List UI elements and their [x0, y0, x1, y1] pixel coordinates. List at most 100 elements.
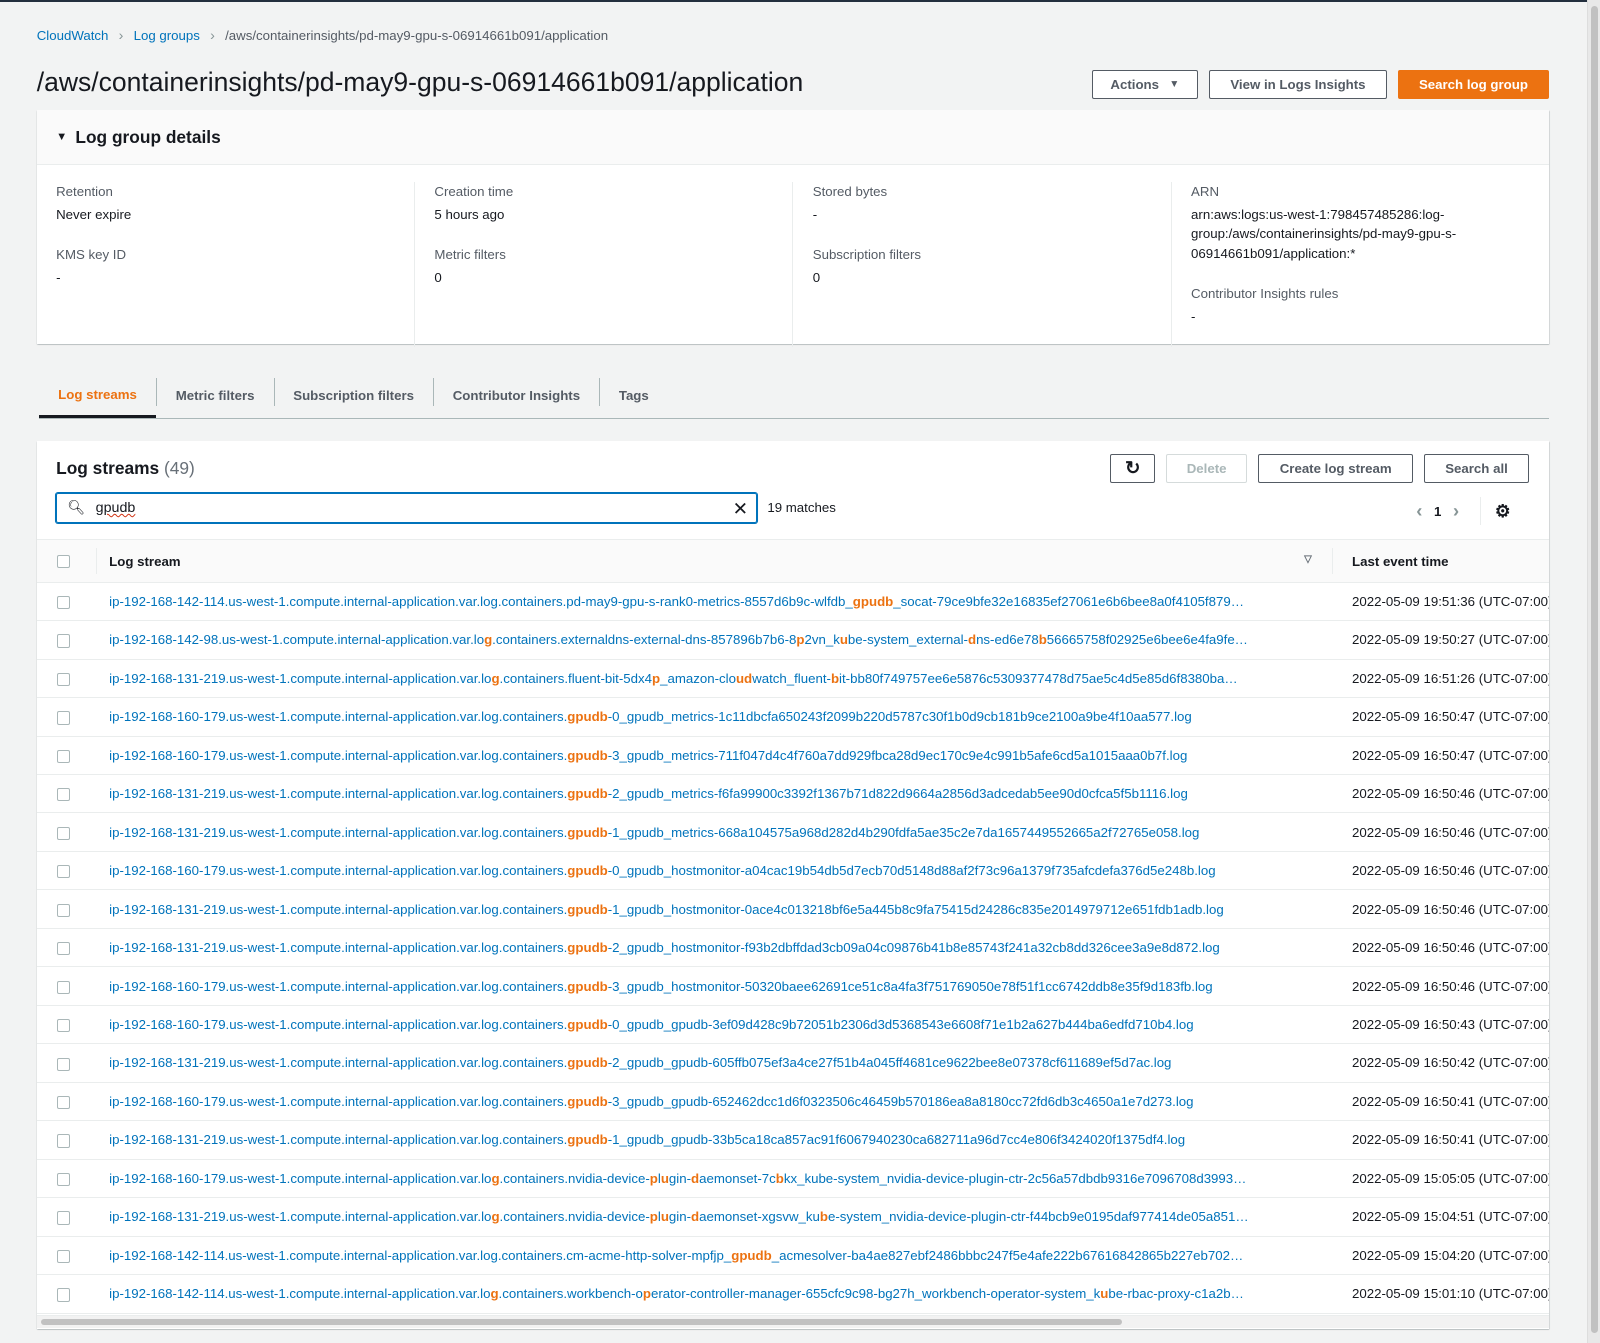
log-stream-link[interactable]: ip-192-168-131-219.us-west-1.compute.int… — [109, 671, 1313, 686]
row-checkbox[interactable] — [57, 1019, 71, 1033]
details-header[interactable]: ▼ Log group details — [36, 110, 1549, 166]
row-checkbox[interactable] — [57, 749, 71, 764]
match-highlight: g — [491, 1209, 500, 1225]
refresh-button[interactable]: ↻ — [1110, 454, 1156, 483]
current-page[interactable]: 1 — [1433, 504, 1443, 519]
match-highlight: gpudb — [567, 1132, 608, 1148]
match-highlight: gpudb — [567, 709, 608, 725]
delete-button[interactable]: Delete — [1166, 454, 1247, 483]
log-stream-link[interactable]: ip-192-168-142-98.us-west-1.compute.inte… — [109, 632, 1313, 647]
row-checkbox[interactable] — [57, 711, 71, 725]
search-all-button[interactable]: Search all — [1424, 454, 1529, 483]
row-checkbox[interactable] — [57, 1172, 71, 1187]
log-stream-link[interactable]: ip-192-168-131-219.us-west-1.compute.int… — [109, 902, 1313, 917]
last-event-time: 2022-05-09 16:50:46 (UTC-07:00) — [1352, 901, 1549, 917]
last-event-time: 2022-05-09 16:50:41 (UTC-07:00) — [1352, 1132, 1549, 1148]
clear-search-icon[interactable]: ✕ — [733, 498, 748, 520]
log-stream-link[interactable]: ip-192-168-142-114.us-west-1.compute.int… — [109, 1248, 1313, 1263]
match-highlight: g — [491, 670, 500, 686]
caret-down-icon: ▼ — [56, 131, 68, 144]
row-checkbox[interactable] — [57, 672, 71, 687]
log-stream-link[interactable]: ip-192-168-160-179.us-west-1.compute.int… — [109, 1094, 1313, 1109]
name-segment: -1_gpudb_gpudb-33b5ca18ca857ac91f6067940… — [607, 1132, 1186, 1148]
log-stream-link[interactable]: ip-192-168-131-219.us-west-1.compute.int… — [109, 1055, 1313, 1070]
field-label: ARN — [1191, 183, 1220, 199]
log-stream-link[interactable]: ip-192-168-160-179.us-west-1.compute.int… — [109, 979, 1313, 994]
name-segment: ip-192-168-160-179.us-west-1.compute.int… — [109, 747, 568, 763]
breadcrumb: CloudWatch › Log groups › /aws/container… — [37, 28, 608, 44]
name-segment: ip-192-168-131-219.us-west-1.compute.int… — [109, 901, 568, 917]
page-scrollbar-thumb[interactable] — [1590, 6, 1598, 1333]
tab-tags[interactable]: Tags — [599, 373, 668, 418]
match-highlight: gpudb — [852, 593, 894, 609]
log-stream-link[interactable]: ip-192-168-131-219.us-west-1.compute.int… — [109, 825, 1313, 840]
log-stream-link[interactable]: ip-192-168-131-219.us-west-1.compute.int… — [109, 1209, 1313, 1224]
column-header-last-event-time[interactable]: Last event time — [1352, 554, 1448, 569]
last-event-time: 2022-05-09 15:01:10 (UTC-07:00) — [1352, 1286, 1549, 1302]
log-stream-link[interactable]: ip-192-168-131-219.us-west-1.compute.int… — [109, 940, 1313, 955]
previous-page-icon[interactable]: ‹ — [1406, 500, 1433, 522]
sort-icon[interactable]: ▽ — [1304, 554, 1312, 565]
match-highlight: gpudb — [567, 747, 608, 763]
name-segment: -1_gpudb_hostmonitor-0ace4c013218bf6e5a4… — [607, 901, 1224, 917]
log-stream-link[interactable]: ip-192-168-160-179.us-west-1.compute.int… — [109, 709, 1313, 724]
create-log-stream-button[interactable]: Create log stream — [1258, 454, 1414, 483]
row-checkbox[interactable] — [57, 1288, 71, 1302]
table-horizontal-scrollbar[interactable] — [36, 1315, 1549, 1328]
row-checkbox[interactable] — [57, 634, 71, 648]
row-checkbox[interactable] — [57, 1211, 71, 1225]
row-checkbox[interactable] — [57, 942, 71, 956]
name-segment: be-rbac-proxy-c1a2b… — [1108, 1286, 1244, 1302]
row-checkbox[interactable] — [57, 1095, 71, 1110]
chevron-right-icon: › — [210, 27, 215, 44]
last-event-time: 2022-05-09 16:50:47 (UTC-07:00) — [1352, 747, 1549, 763]
field-value: 0 — [434, 270, 442, 286]
row-checkbox[interactable] — [57, 826, 71, 840]
select-all-checkbox[interactable] — [57, 555, 71, 569]
field-value: - — [56, 270, 61, 286]
tab-log-streams[interactable]: Log streams — [38, 373, 157, 419]
match-highlight: g — [484, 632, 493, 648]
match-highlight: gpudb — [567, 1093, 608, 1109]
log-stream-link[interactable]: ip-192-168-131-219.us-west-1.compute.int… — [109, 786, 1313, 801]
tab-subscription-filters[interactable]: Subscription filters — [273, 373, 434, 418]
actions-button[interactable]: Actions ▼ — [1091, 70, 1198, 99]
log-stream-link[interactable]: ip-192-168-160-179.us-west-1.compute.int… — [109, 1017, 1313, 1032]
row-checkbox[interactable] — [57, 788, 71, 802]
last-event-time: 2022-05-09 16:50:46 (UTC-07:00) — [1352, 978, 1549, 994]
log-stream-link[interactable]: ip-192-168-142-114.us-west-1.compute.int… — [109, 594, 1313, 609]
view-in-logs-insights-button[interactable]: View in Logs Insights — [1209, 70, 1387, 99]
scrollbar-thumb[interactable] — [40, 1319, 1123, 1326]
row-checkbox[interactable] — [57, 865, 71, 879]
name-segment: -1_gpudb_metrics-668a104575a968d282d4b29… — [607, 824, 1200, 840]
log-stream-link[interactable]: ip-192-168-160-179.us-west-1.compute.int… — [109, 1171, 1313, 1186]
row-checkbox[interactable] — [57, 595, 71, 610]
log-stream-link[interactable]: ip-192-168-160-179.us-west-1.compute.int… — [109, 748, 1313, 763]
log-stream-search-input[interactable]: 🔍︎ gpudb ✕ — [56, 492, 758, 524]
table-header: Log stream ▽ Last event time — [36, 538, 1549, 583]
log-stream-link[interactable]: ip-192-168-160-179.us-west-1.compute.int… — [109, 863, 1313, 878]
row-checkbox[interactable] — [57, 1057, 71, 1071]
log-streams-panel: Log streams (49) ↻ Delete Create log str… — [36, 440, 1549, 1329]
gear-icon[interactable]: ⚙ — [1495, 501, 1511, 522]
name-segment: ip-192-168-142-114.us-west-1.compute.int… — [109, 1286, 491, 1302]
page-scrollbar[interactable] — [1586, 0, 1600, 1343]
log-stream-link[interactable]: ip-192-168-142-114.us-west-1.compute.int… — [109, 1286, 1313, 1301]
search-log-group-button[interactable]: Search log group — [1397, 70, 1549, 99]
tab-metric-filters[interactable]: Metric filters — [156, 373, 274, 418]
breadcrumb-cloudwatch[interactable]: CloudWatch — [37, 28, 109, 43]
row-checkbox[interactable] — [57, 980, 71, 994]
breadcrumb-log-groups[interactable]: Log groups — [134, 28, 200, 43]
field-value: Never expire — [56, 207, 132, 223]
row-checkbox[interactable] — [57, 1134, 71, 1148]
column-header-log-stream[interactable]: Log stream — [109, 554, 180, 569]
match-highlight: gpudb — [567, 786, 608, 802]
log-stream-link[interactable]: ip-192-168-131-219.us-west-1.compute.int… — [109, 1132, 1313, 1147]
tab-contributor-insights[interactable]: Contributor Insights — [433, 373, 599, 418]
log-stream-table: ip-192-168-142-114.us-west-1.compute.int… — [36, 583, 1549, 1314]
row-checkbox[interactable] — [57, 903, 71, 917]
field-label: Retention — [56, 183, 113, 199]
next-page-icon[interactable]: › — [1443, 500, 1470, 522]
row-checkbox[interactable] — [57, 1249, 71, 1264]
match-highlight: ud — [735, 670, 753, 686]
